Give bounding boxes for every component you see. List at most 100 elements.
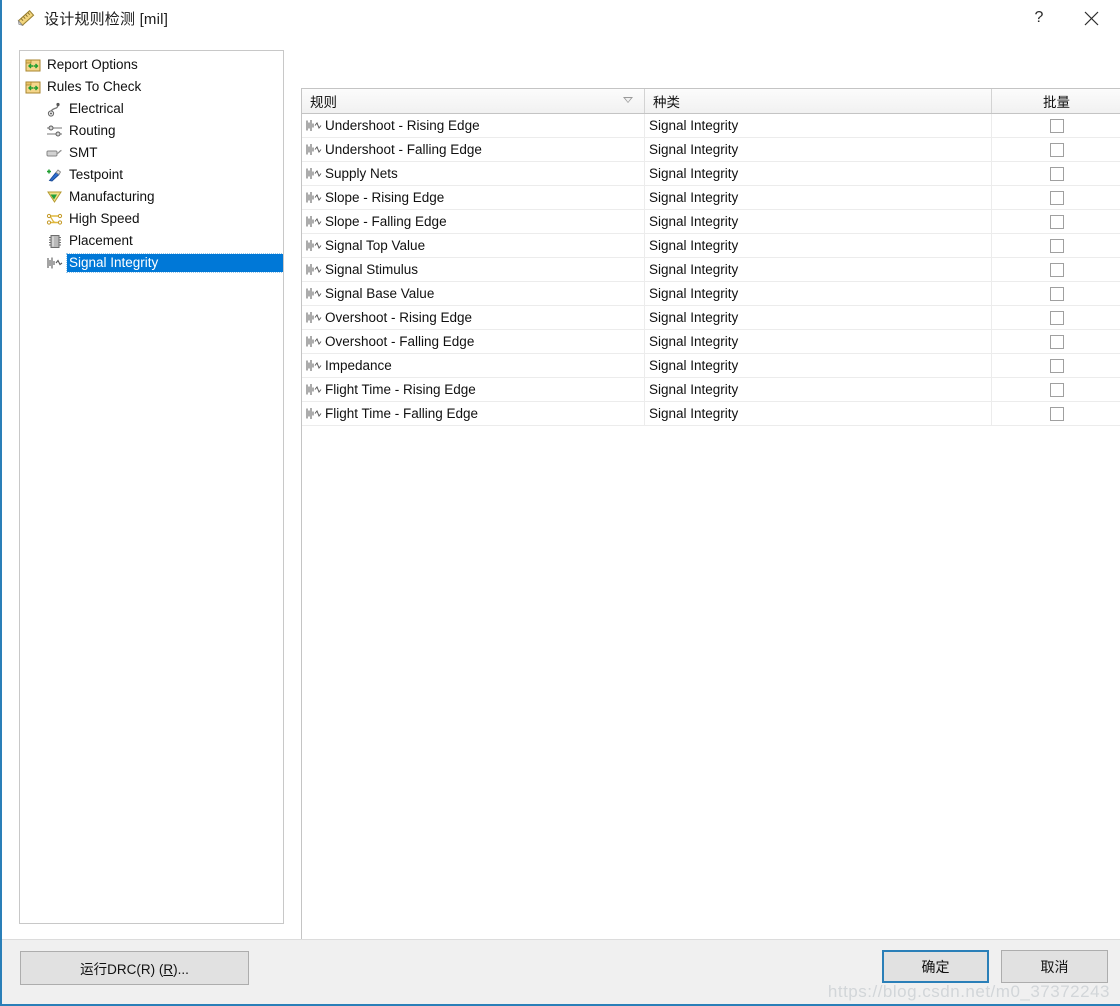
tree-item-high-speed[interactable]: High Speed: [20, 208, 283, 230]
batch-checkbox[interactable]: [1049, 382, 1064, 397]
tree-item-label: Rules To Check: [47, 79, 142, 94]
batch-checkbox[interactable]: [1049, 166, 1064, 181]
rule-name-label: Flight Time - Falling Edge: [325, 406, 479, 421]
column-header-label: 种类: [653, 95, 680, 110]
column-header-label: 规则: [310, 95, 337, 110]
tree-item-signal-integrity[interactable]: Signal Integrity: [20, 252, 283, 274]
high-speed-icon: [46, 211, 63, 227]
table-row[interactable]: Signal Base Value Signal Integrity: [302, 282, 1120, 306]
tree-item-smt[interactable]: SMT: [20, 142, 283, 164]
signal-waveform-icon: [305, 263, 322, 277]
cell-category: Signal Integrity: [645, 234, 992, 257]
rules-table-panel: 规则 种类 批量 Undershoot - Rising Edge Signal …: [301, 88, 1120, 958]
rule-name-label: Supply Nets: [325, 166, 398, 181]
testpoint-icon: [46, 167, 63, 183]
table-row[interactable]: Impedance Signal Integrity: [302, 354, 1120, 378]
close-button[interactable]: [1068, 0, 1114, 36]
tree-item-label: Signal Integrity: [65, 253, 283, 273]
rule-name-label: Overshoot - Falling Edge: [325, 334, 475, 349]
cell-batch: [992, 114, 1120, 137]
tree-item-testpoint[interactable]: Testpoint: [20, 164, 283, 186]
cell-rule: Undershoot - Falling Edge: [302, 138, 645, 161]
cell-category: Signal Integrity: [645, 114, 992, 137]
electrical-icon: [46, 101, 63, 117]
signal-waveform-icon: [305, 239, 322, 253]
table-row[interactable]: Flight Time - Falling Edge Signal Integri…: [302, 402, 1120, 426]
ruler-pencil-icon: [16, 8, 36, 28]
table-row[interactable]: Signal Stimulus Signal Integrity: [302, 258, 1120, 282]
cell-batch: [992, 282, 1120, 305]
run-drc-label: 运行DRC(R) (R)...: [80, 962, 189, 977]
column-header-rule[interactable]: 规则: [302, 89, 645, 113]
batch-checkbox[interactable]: [1049, 358, 1064, 373]
cell-rule: Signal Top Value: [302, 234, 645, 257]
manufacturing-icon: [46, 189, 63, 205]
tree-item-routing[interactable]: Routing: [20, 120, 283, 142]
ok-button[interactable]: 确定: [882, 950, 989, 983]
tree-item-rules-to-check[interactable]: Rules To Check: [20, 76, 283, 98]
batch-checkbox[interactable]: [1049, 406, 1064, 421]
cell-category: Signal Integrity: [645, 282, 992, 305]
cell-rule: Signal Stimulus: [302, 258, 645, 281]
tree-item-label: Electrical: [69, 101, 124, 116]
rules-table-body: Undershoot - Rising Edge Signal Integrity…: [302, 114, 1120, 426]
signal-waveform-icon: [305, 287, 322, 301]
tree-item-label: Manufacturing: [69, 189, 155, 204]
cancel-label: 取消: [1040, 958, 1069, 975]
column-header-category[interactable]: 种类: [645, 89, 992, 113]
smt-icon: [46, 145, 63, 161]
cell-batch: [992, 138, 1120, 161]
column-header-label: 批量: [1043, 95, 1070, 110]
batch-checkbox[interactable]: [1049, 190, 1064, 205]
batch-checkbox[interactable]: [1049, 238, 1064, 253]
cell-rule: Signal Base Value: [302, 282, 645, 305]
signal-waveform-icon: [305, 167, 322, 181]
table-row[interactable]: Flight Time - Rising Edge Signal Integrit…: [302, 378, 1120, 402]
run-drc-button[interactable]: 运行DRC(R) (R)...: [20, 951, 249, 985]
close-icon: [1083, 10, 1100, 27]
batch-checkbox[interactable]: [1049, 142, 1064, 157]
tree-item-electrical[interactable]: Electrical: [20, 98, 283, 120]
batch-checkbox[interactable]: [1049, 214, 1064, 229]
batch-checkbox[interactable]: [1049, 310, 1064, 325]
tree-item-label: High Speed: [69, 211, 140, 226]
batch-checkbox[interactable]: [1049, 118, 1064, 133]
cell-batch: [992, 402, 1120, 425]
table-row[interactable]: Undershoot - Falling Edge Signal Integrit…: [302, 138, 1120, 162]
rule-name-label: Impedance: [325, 358, 392, 373]
table-row[interactable]: Signal Top Value Signal Integrity: [302, 234, 1120, 258]
rule-name-label: Undershoot - Rising Edge: [325, 118, 480, 133]
batch-checkbox[interactable]: [1049, 262, 1064, 277]
rule-name-label: Overshoot - Rising Edge: [325, 310, 473, 325]
rule-name-label: Flight Time - Rising Edge: [325, 382, 476, 397]
tree-item-placement[interactable]: Placement: [20, 230, 283, 252]
signal-waveform-icon: [305, 359, 322, 373]
signal-integrity-icon: [46, 255, 63, 271]
signal-waveform-icon: [305, 383, 322, 397]
rules-tree-panel[interactable]: Report Options Rules To Check Electrical…: [19, 50, 284, 924]
table-row[interactable]: Overshoot - Falling Edge Signal Integrity: [302, 330, 1120, 354]
cell-batch: [992, 330, 1120, 353]
rule-name-label: Signal Top Value: [325, 238, 426, 253]
tree-item-label: Report Options: [47, 57, 138, 72]
table-row[interactable]: Supply Nets Signal Integrity: [302, 162, 1120, 186]
rule-name-label: Slope - Rising Edge: [325, 190, 445, 205]
cancel-button[interactable]: 取消: [1001, 950, 1108, 983]
table-row[interactable]: Slope - Rising Edge Signal Integrity: [302, 186, 1120, 210]
signal-waveform-icon: [305, 215, 322, 229]
batch-checkbox[interactable]: [1049, 334, 1064, 349]
column-header-batch[interactable]: 批量: [992, 89, 1120, 113]
cell-rule: Slope - Falling Edge: [302, 210, 645, 233]
batch-checkbox[interactable]: [1049, 286, 1064, 301]
cell-batch: [992, 186, 1120, 209]
help-button[interactable]: ?: [1016, 0, 1062, 36]
table-row[interactable]: Overshoot - Rising Edge Signal Integrity: [302, 306, 1120, 330]
rules-to-check-icon: [24, 79, 41, 95]
tree-item-report-options[interactable]: Report Options: [20, 54, 283, 76]
title-bar: 设计规则检测 [mil] ?: [2, 0, 1120, 36]
cell-category: Signal Integrity: [645, 378, 992, 401]
table-row[interactable]: Undershoot - Rising Edge Signal Integrity: [302, 114, 1120, 138]
table-row[interactable]: Slope - Falling Edge Signal Integrity: [302, 210, 1120, 234]
table-header-row: 规则 种类 批量: [302, 89, 1120, 114]
tree-item-manufacturing[interactable]: Manufacturing: [20, 186, 283, 208]
